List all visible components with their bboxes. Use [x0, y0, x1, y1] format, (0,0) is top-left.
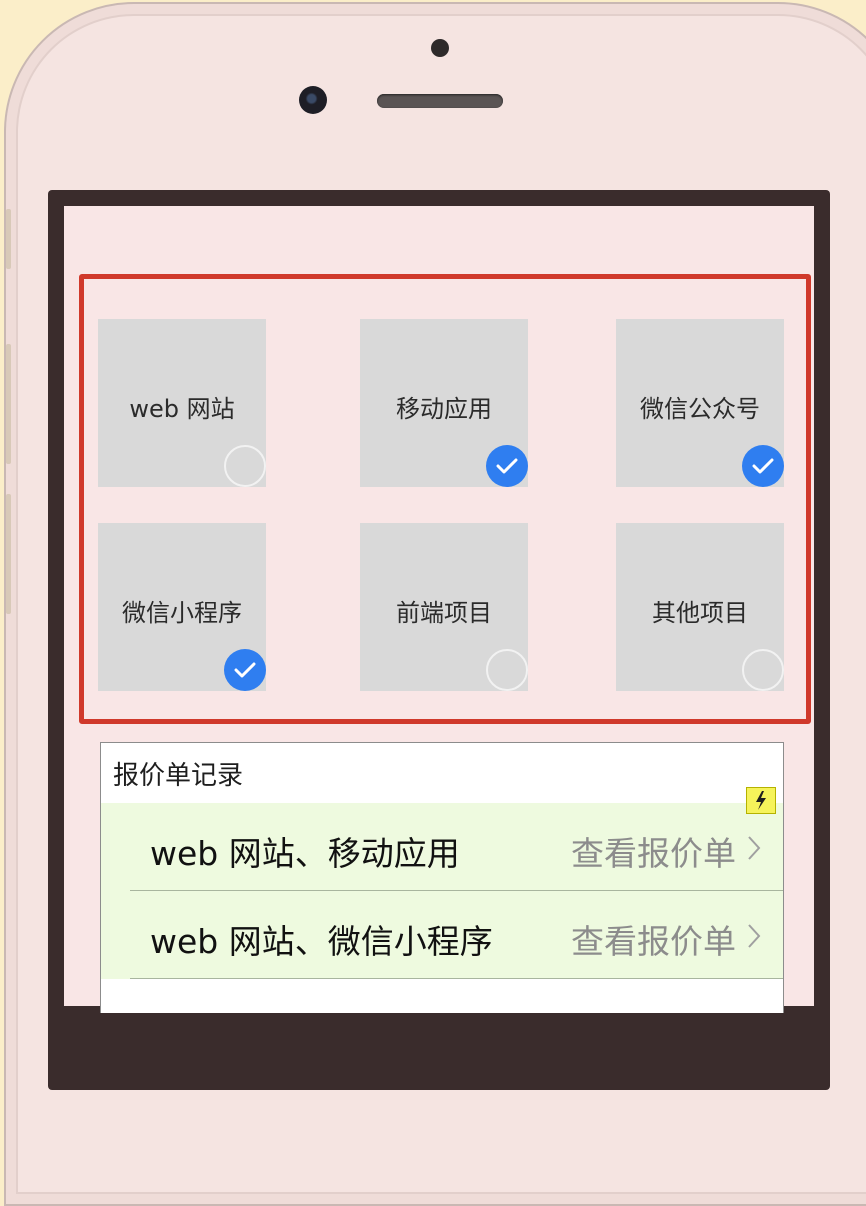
front-camera: [299, 86, 327, 114]
row-divider: [130, 978, 783, 979]
quote-record-name: web 网站、移动应用: [150, 834, 460, 873]
project-option-label: 前端项目: [396, 599, 492, 627]
checkmark-circle-icon[interactable]: [742, 445, 784, 487]
view-quote-link[interactable]: 查看报价单: [571, 827, 736, 875]
unchecked-circle-icon[interactable]: [742, 649, 784, 691]
lightning-icon[interactable]: [746, 787, 776, 814]
project-option-wechat-official[interactable]: 微信公众号: [616, 319, 784, 487]
project-option-web[interactable]: web 网站: [98, 319, 266, 487]
project-option-other[interactable]: 其他项目: [616, 523, 784, 691]
quote-record-row[interactable]: web 网站、移动应用 查看报价单: [101, 803, 783, 891]
chevron-right-icon: [748, 924, 761, 948]
quote-record-name: web 网站、微信小程序: [150, 922, 493, 961]
project-option-frontend[interactable]: 前端项目: [360, 523, 528, 691]
checkmark-circle-icon[interactable]: [224, 649, 266, 691]
project-option-mobile-app[interactable]: 移动应用: [360, 319, 528, 487]
unchecked-circle-icon[interactable]: [224, 445, 266, 487]
project-option-wechat-mini-program[interactable]: 微信小程序: [98, 523, 266, 691]
view-quote-link[interactable]: 查看报价单: [571, 915, 736, 963]
side-button: [6, 494, 11, 614]
quote-record-row[interactable]: web 网站、微信小程序 查看报价单: [101, 891, 783, 979]
project-option-label: 微信公众号: [640, 395, 760, 423]
chevron-right-icon: [748, 836, 761, 860]
project-option-label: 移动应用: [396, 395, 492, 423]
project-option-label: 其他项目: [652, 599, 748, 627]
side-button: [6, 344, 11, 464]
project-option-label: web 网站: [129, 395, 235, 423]
checkmark-circle-icon[interactable]: [486, 445, 528, 487]
project-option-label: 微信小程序: [122, 599, 242, 627]
earpiece-speaker: [377, 94, 503, 108]
quote-records-title: 报价单记录: [113, 761, 244, 791]
unchecked-circle-icon[interactable]: [486, 649, 528, 691]
side-button: [6, 209, 11, 269]
proximity-sensor: [431, 39, 449, 57]
